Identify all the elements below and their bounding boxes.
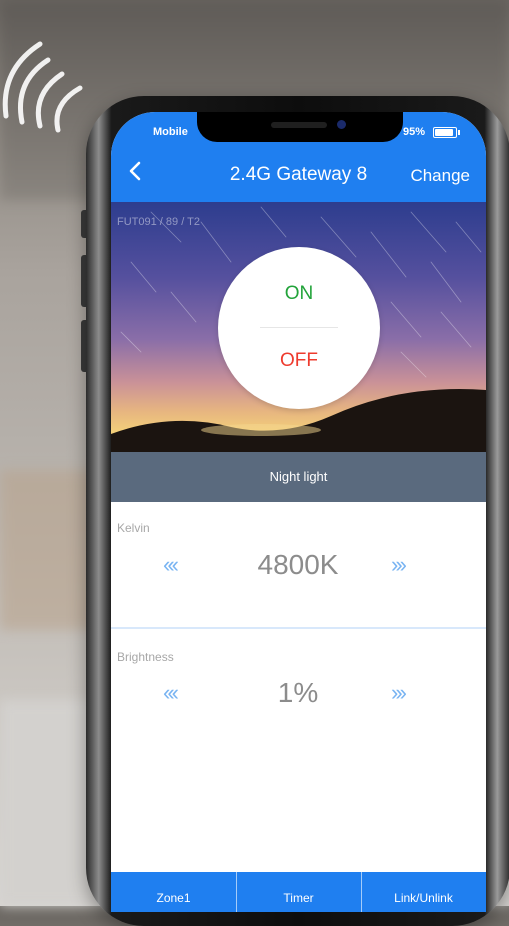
tab-link-unlink[interactable]: Link/Unlink [361,872,486,912]
battery-percent: 95% [403,126,426,138]
power-control: ON OFF [218,247,380,409]
section-divider [111,627,486,629]
phone-notch [197,112,403,142]
front-camera [337,120,346,129]
brightness-label: Brightness [117,650,174,664]
brightness-increase-button[interactable]: ››› [391,680,407,706]
brightness-value: 1% [277,677,319,708]
kelvin-increase-button[interactable]: ››› [391,552,407,578]
power-divider [260,327,338,328]
kelvin-decrease-button[interactable]: ‹‹‹ [163,552,179,578]
kelvin-label: Kelvin [117,521,150,535]
tab-timer[interactable]: Timer [236,872,361,912]
model-label: FUT091 / 89 / T2 [117,216,200,228]
tab-bar: Zone1 Timer Link/Unlink [111,872,486,912]
speaker-grille [271,122,327,128]
change-button[interactable]: Change [410,166,470,186]
night-light-button[interactable]: Night light [111,452,486,502]
off-button[interactable]: OFF [218,350,380,372]
hero-banner: FUT091 / 89 / T2 ON OFF [111,202,486,452]
on-button[interactable]: ON [218,283,380,305]
carrier-label: Mobile [153,126,188,138]
app-screen: Mobile 95% 2.4G Gateway 8 Change FUT091 … [111,112,486,912]
battery-icon [433,127,460,138]
brightness-decrease-button[interactable]: ‹‹‹ [163,680,179,706]
tab-zone1[interactable]: Zone1 [111,872,236,912]
nav-bar: 2.4G Gateway 8 Change [111,144,486,202]
kelvin-value: 4800K [257,549,339,580]
